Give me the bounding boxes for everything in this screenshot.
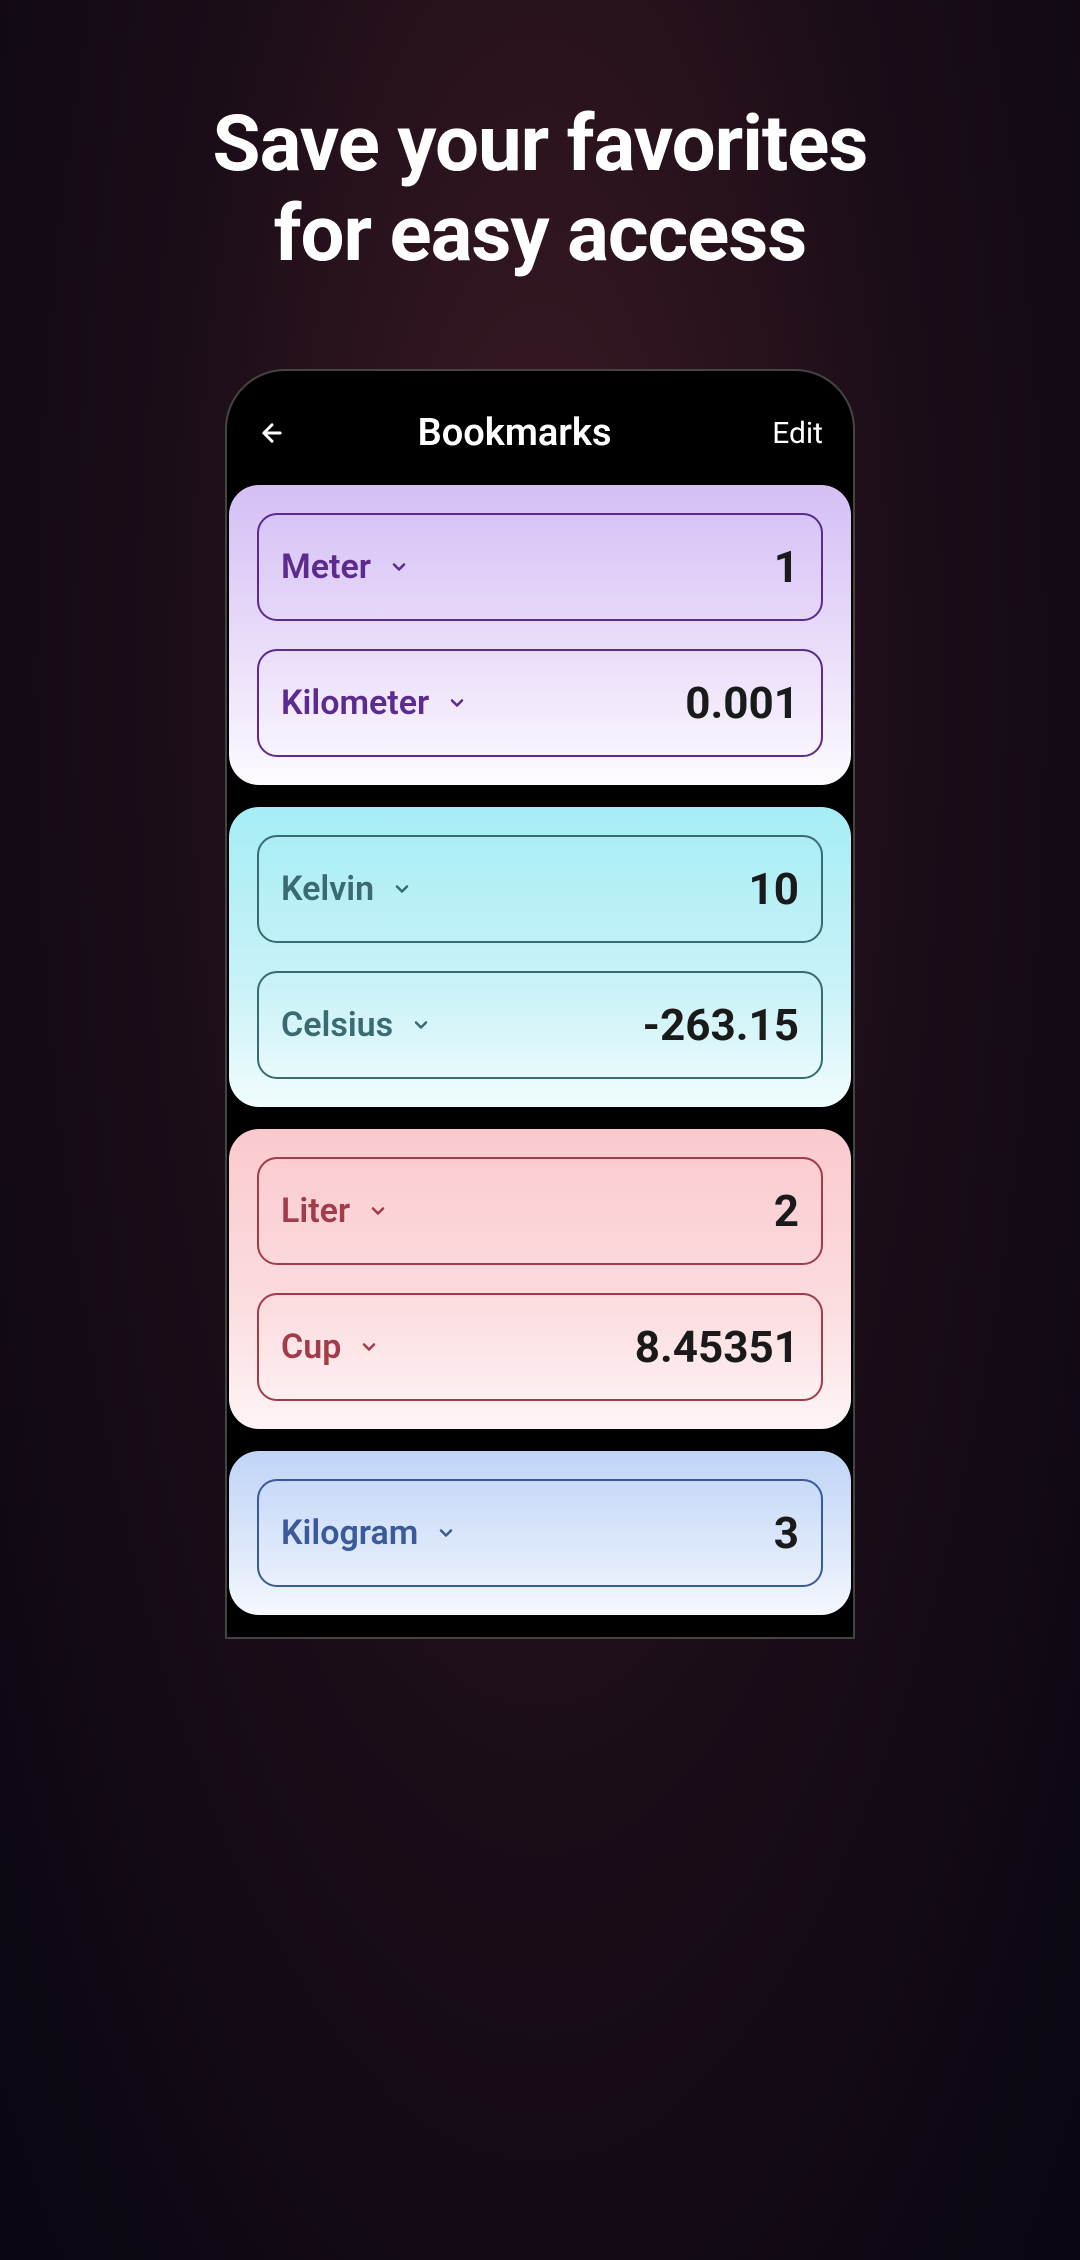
chevron-down-icon [447,693,467,713]
unit-label: Kelvin [281,869,374,909]
value-display[interactable]: 0.001 [685,677,799,729]
conversion-row: Cup 8.45351 [257,1293,823,1401]
conversion-row: Meter 1 [257,513,823,621]
edit-button[interactable]: Edit [772,416,823,451]
unit-select[interactable]: Celsius [281,1005,431,1045]
value-display[interactable]: -263.15 [643,999,799,1051]
value-display[interactable]: 8.45351 [635,1321,799,1373]
unit-label: Celsius [281,1005,393,1045]
chevron-down-icon [368,1201,388,1221]
value-display[interactable]: 1 [774,541,799,593]
conversion-row: Celsius -263.15 [257,971,823,1079]
conversion-row: Liter 2 [257,1157,823,1265]
chevron-down-icon [359,1337,379,1357]
phone-frame: Bookmarks Edit Meter 1 Kilometer 0.001 [225,369,855,1639]
bookmark-card: Meter 1 Kilometer 0.001 [229,485,851,785]
conversion-row: Kelvin 10 [257,835,823,943]
page-title: Bookmarks [257,411,772,455]
unit-label: Liter [281,1191,350,1231]
promo-line1: Save your favorites [213,99,868,190]
unit-select[interactable]: Kelvin [281,869,412,909]
chevron-down-icon [389,557,409,577]
unit-label: Kilogram [281,1513,418,1553]
value-display[interactable]: 10 [749,863,800,915]
conversion-row: Kilometer 0.001 [257,649,823,757]
unit-select[interactable]: Meter [281,547,409,587]
unit-select[interactable]: Cup [281,1327,379,1367]
promo-line2: for easy access [274,189,807,280]
app-header: Bookmarks Edit [227,401,853,485]
unit-label: Meter [281,547,371,587]
promo-title: Save your favorites for easy access [0,100,1080,279]
bookmark-card: Kilogram 3 [229,1451,851,1615]
bookmark-card: Liter 2 Cup 8.45351 [229,1129,851,1429]
value-display[interactable]: 2 [774,1185,799,1237]
unit-select[interactable]: Kilometer [281,683,467,723]
chevron-down-icon [436,1523,456,1543]
unit-select[interactable]: Liter [281,1191,388,1231]
unit-label: Kilometer [281,683,429,723]
value-display[interactable]: 3 [774,1507,799,1559]
unit-label: Cup [281,1327,341,1367]
chevron-down-icon [411,1015,431,1035]
unit-select[interactable]: Kilogram [281,1513,456,1553]
bookmark-card: Kelvin 10 Celsius -263.15 [229,807,851,1107]
conversion-row: Kilogram 3 [257,1479,823,1587]
chevron-down-icon [392,879,412,899]
bookmarks-list: Meter 1 Kilometer 0.001 Kelvin 10 [227,485,853,1615]
